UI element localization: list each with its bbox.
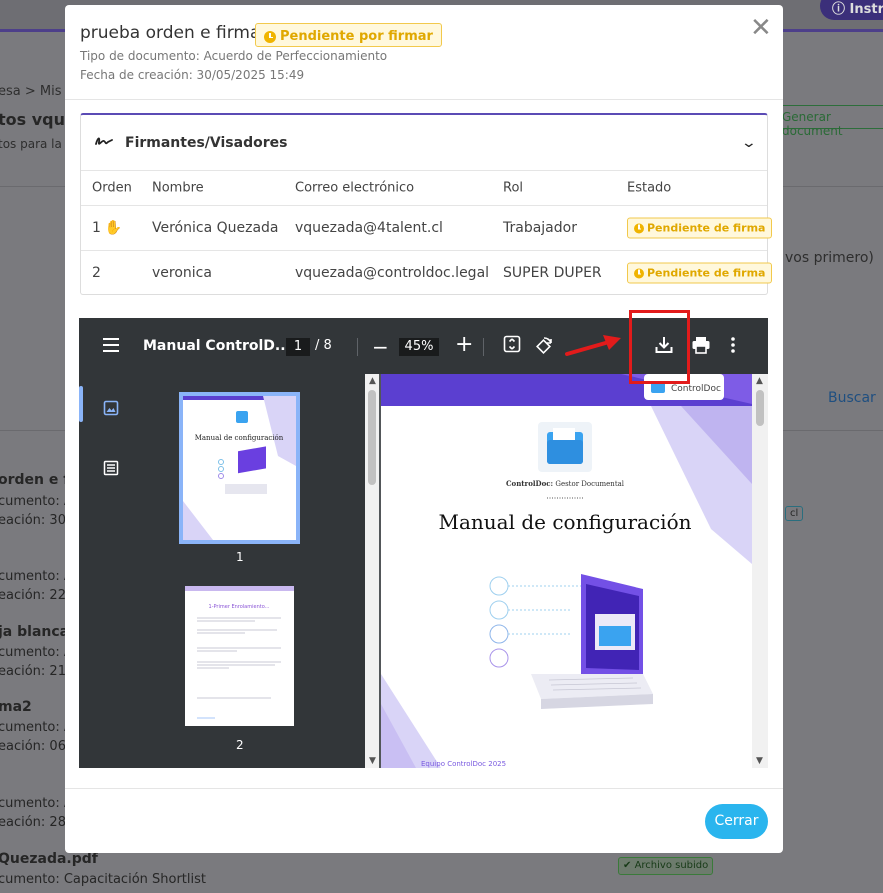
page-number-input[interactable]: 1 xyxy=(286,338,310,356)
column-header: Orden xyxy=(92,180,132,196)
table-header-row: Orden Nombre Correo electrónico Rol Esta… xyxy=(81,170,767,205)
signer-order: 1 ✋ xyxy=(92,220,122,236)
instructions-label: Instr xyxy=(849,2,883,17)
scroll-down-icon[interactable]: ▼ xyxy=(369,756,376,766)
doc-row-type: cumento: Capacitación Shortlist xyxy=(0,872,206,887)
signer-name: veronica xyxy=(152,265,212,281)
pdf-title: Manual ControlD... xyxy=(143,338,291,354)
page-logo-text: ControlDoc xyxy=(671,384,721,394)
close-button[interactable]: Cerrar xyxy=(705,804,768,839)
signers-panel: Firmantes/Visadores ⌄ Orden Nombre Corre… xyxy=(80,113,773,295)
clock-icon xyxy=(634,268,644,278)
document-type: Tipo de documento: Acuerdo de Perfeccion… xyxy=(80,49,388,63)
zoom-out-icon[interactable]: − xyxy=(372,335,389,359)
thumbnail-label: 2 xyxy=(236,738,244,752)
signer-role: Trabajador xyxy=(503,220,577,236)
thumbnail-label: 1 xyxy=(236,550,244,564)
toolbar-divider xyxy=(483,338,484,356)
page-heading: Manual de configuración xyxy=(439,510,692,534)
hand-icon: ✋ xyxy=(104,220,123,236)
status-badge: Pendiente por firmar xyxy=(255,23,442,47)
document-modal: prueba orden e firma Pendiente por firma… xyxy=(65,5,783,853)
thumbnail-sidebar: Manual de configuración 1 1-Primer Enrol… xyxy=(79,374,379,768)
scroll-up-icon[interactable]: ▲ xyxy=(756,376,763,386)
annotation-arrow-icon xyxy=(565,335,621,356)
doc-row-title[interactable]: Quezada.pdf xyxy=(0,851,98,867)
signers-title: Firmantes/Visadores xyxy=(125,135,288,151)
doc-row-title[interactable]: ma2 xyxy=(0,699,32,715)
doc-row-title[interactable]: ja blanca xyxy=(0,624,69,640)
column-header: Correo electrónico xyxy=(295,180,415,196)
pdf-page: ControlDoc ControlDoc: Gestor Documental… xyxy=(381,374,752,768)
signer-order: 2 xyxy=(92,265,101,281)
signer-status-label: Pendiente de firma xyxy=(647,221,766,235)
rotate-icon[interactable] xyxy=(535,335,555,355)
signers-panel-header[interactable]: Firmantes/Visadores ⌄ xyxy=(81,115,767,170)
table-row: 1 ✋ Verónica Quezada vquezada@4talent.cl … xyxy=(81,205,773,250)
signer-email: vquezada@4talent.cl xyxy=(295,220,443,236)
instructions-button[interactable]: ⓘ Instr xyxy=(820,0,883,20)
thumbnail-heading: 1-Primer Enrolamiento... xyxy=(209,604,270,610)
close-icon[interactable]: ✕ xyxy=(750,15,772,41)
info-icon: ⓘ xyxy=(832,2,850,17)
modal-footer-divider xyxy=(65,788,783,789)
signature-icon xyxy=(95,137,113,145)
sidebar-active-indicator xyxy=(79,386,83,422)
page-scrollbar[interactable]: ▲ ▼ xyxy=(752,374,768,768)
signer-order-value: 1 xyxy=(92,220,101,236)
check-icon: ✔ xyxy=(623,860,635,871)
thumbnail-preview: 1-Primer Enrolamiento... xyxy=(185,586,294,726)
creation-date: Fecha de creación: 30/05/2025 15:49 xyxy=(80,68,305,82)
print-icon[interactable] xyxy=(691,335,711,355)
signers-table: Orden Nombre Correo electrónico Rol Esta… xyxy=(81,170,773,295)
uploaded-badge-label: Archivo subido xyxy=(634,860,709,871)
scroll-up-icon[interactable]: ▲ xyxy=(369,376,376,386)
menu-icon[interactable] xyxy=(103,338,119,352)
signer-email: vquezada@controldoc.legal xyxy=(295,265,490,281)
thumbnail-heading: Manual de configuración xyxy=(195,434,284,442)
search-link[interactable]: Buscar xyxy=(828,390,876,406)
sidebar-scrollbar-thumb[interactable] xyxy=(368,390,376,485)
status-badge-label: Pendiente por firmar xyxy=(280,29,433,44)
column-header: Nombre xyxy=(152,180,204,196)
scroll-down-icon[interactable]: ▼ xyxy=(756,756,763,766)
page-total: / 8 xyxy=(315,338,332,353)
chevron-down-icon[interactable]: ⌄ xyxy=(741,135,757,151)
thumbnails-icon[interactable] xyxy=(103,400,119,416)
column-header: Estado xyxy=(627,180,672,196)
signer-status-badge: Pendiente de firma xyxy=(627,217,773,239)
signer-role: SUPER DUPER xyxy=(503,265,602,281)
signer-name: Verónica Quezada xyxy=(152,220,279,236)
clock-icon xyxy=(634,223,644,233)
page-thumbnail-2[interactable]: 1-Primer Enrolamiento... xyxy=(185,586,294,726)
fit-page-icon[interactable] xyxy=(503,335,521,353)
clock-icon xyxy=(264,30,276,43)
outline-icon[interactable] xyxy=(103,460,119,476)
annotation-highlight-box xyxy=(629,310,690,384)
table-row: 2 veronica vquezada@controldoc.legal SUP… xyxy=(81,250,773,295)
modal-title: prueba orden e firma xyxy=(80,23,261,43)
page-scrollbar-thumb[interactable] xyxy=(756,390,764,426)
more-options-icon[interactable] xyxy=(729,335,737,355)
background-hint-text: vos primero) xyxy=(785,250,874,266)
pdf-page-render: ControlDoc ControlDoc: Gestor Documental… xyxy=(381,374,752,768)
zoom-input[interactable]: 45% xyxy=(399,338,439,356)
page-brand-line: ControlDoc: Gestor Documental xyxy=(506,479,625,488)
doc-row-badge: cl xyxy=(785,506,804,521)
signer-status-badge: Pendiente de firma xyxy=(627,262,773,284)
pdf-viewer: Manual ControlD... 1 / 8 − 45% + Manual … xyxy=(79,318,768,768)
toolbar-divider xyxy=(357,338,358,356)
generate-document-button[interactable]: Generar document xyxy=(775,105,883,138)
signer-status-label: Pendiente de firma xyxy=(647,266,766,280)
page-footer-text: Equipo ControlDoc 2025 xyxy=(421,760,506,768)
sidebar-scrollbar[interactable]: ▲ ▼ xyxy=(365,374,379,768)
column-header: Rol xyxy=(503,180,524,196)
page-thumbnail-1[interactable]: Manual de configuración xyxy=(179,392,300,544)
thumbnail-preview: Manual de configuración xyxy=(183,396,296,540)
uploaded-badge: ✔ Archivo subido xyxy=(618,857,714,875)
zoom-in-icon[interactable]: + xyxy=(455,332,473,357)
page-subtitle: tos para la e xyxy=(0,137,74,151)
